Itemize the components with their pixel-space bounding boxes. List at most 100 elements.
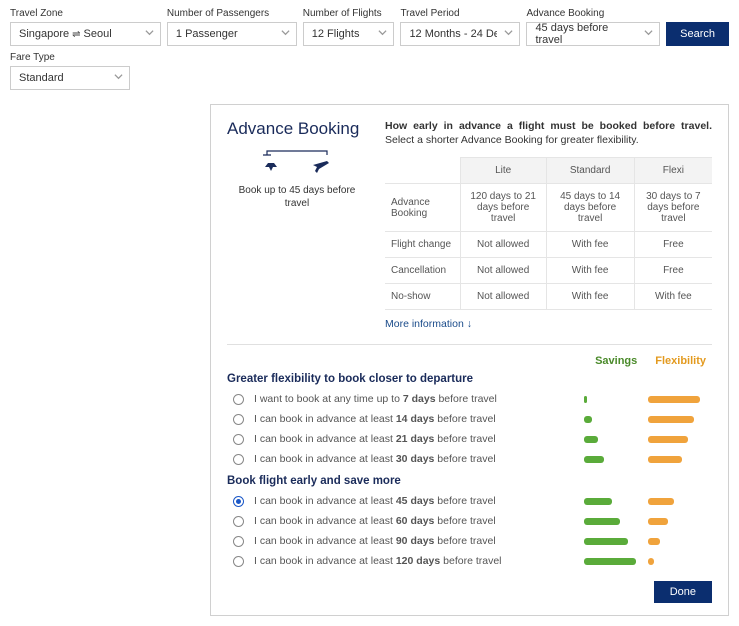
booking-option[interactable]: I can book in advance at least 120 days … xyxy=(227,551,712,571)
flights-value: 12 Flights xyxy=(312,28,360,40)
booking-option[interactable]: I can book in advance at least 90 days b… xyxy=(227,531,712,551)
radio-icon xyxy=(233,454,244,465)
advance-select[interactable]: 45 days before travel xyxy=(526,22,660,46)
table-cell: With fee xyxy=(546,284,634,310)
booking-option[interactable]: I can book in advance at least 45 days b… xyxy=(227,491,712,511)
passengers-label: Number of Passengers xyxy=(167,8,297,19)
option-label: I can book in advance at least 30 days b… xyxy=(254,453,584,465)
booking-option[interactable]: I can book in advance at least 14 days b… xyxy=(227,409,712,429)
flexibility-bar xyxy=(648,436,688,443)
flexibility-bar xyxy=(648,498,674,505)
fare-type-select[interactable]: Standard xyxy=(10,66,130,90)
travel-zone-from: Singapore xyxy=(19,28,69,40)
table-cell: With fee xyxy=(546,258,634,284)
option-label: I can book in advance at least 120 days … xyxy=(254,555,584,567)
group-flexibility-head: Greater flexibility to book closer to de… xyxy=(227,373,712,385)
period-select[interactable]: 12 Months - 24 Dec 2... xyxy=(400,22,520,46)
flexibility-bar xyxy=(648,456,682,463)
savings-bar xyxy=(584,498,612,505)
col-lite: Lite xyxy=(460,158,546,184)
chevron-down-icon xyxy=(504,28,513,40)
flights-select[interactable]: 12 Flights xyxy=(303,22,395,46)
option-label: I can book in advance at least 45 days b… xyxy=(254,495,584,507)
option-label: I can book in advance at least 21 days b… xyxy=(254,433,584,445)
panel-caption: Book up to 45 days before travel xyxy=(227,184,367,210)
passengers-select[interactable]: 1 Passenger xyxy=(167,22,297,46)
group-savings-head: Book flight early and save more xyxy=(227,475,712,487)
travel-zone-to: Seoul xyxy=(84,28,112,40)
row-header: No-show xyxy=(385,284,460,310)
row-header: Advance Booking xyxy=(385,184,460,232)
option-label: I want to book at any time up to 7 days … xyxy=(254,393,584,405)
flexibility-bar xyxy=(648,518,668,525)
radio-icon xyxy=(233,434,244,445)
booking-option[interactable]: I can book in advance at least 30 days b… xyxy=(227,449,712,469)
search-button[interactable]: Search xyxy=(666,22,729,46)
col-flexi: Flexi xyxy=(634,158,712,184)
booking-option[interactable]: I can book in advance at least 60 days b… xyxy=(227,511,712,531)
radio-icon xyxy=(233,536,244,547)
col-standard: Standard xyxy=(546,158,634,184)
table-cell: Not allowed xyxy=(460,232,546,258)
divider xyxy=(227,344,712,345)
panel-title: Advance Booking xyxy=(227,119,367,139)
travel-zone-select[interactable]: Singapore ⇌ Seoul xyxy=(10,22,161,46)
filter-bar: Travel Zone Singapore ⇌ Seoul Number of … xyxy=(0,0,739,50)
table-cell: 30 days to 7 days before travel xyxy=(634,184,712,232)
fare-comparison-table: Lite Standard Flexi Advance Booking120 d… xyxy=(385,157,712,310)
chevron-down-icon xyxy=(114,72,123,84)
option-label: I can book in advance at least 60 days b… xyxy=(254,515,584,527)
done-button[interactable]: Done xyxy=(654,581,712,603)
panel-description: How early in advance a flight must be bo… xyxy=(385,119,712,147)
savings-bar xyxy=(584,456,604,463)
advance-label: Advance Booking xyxy=(526,8,660,19)
period-value: 12 Months - 24 Dec 2... xyxy=(409,28,497,40)
table-cell: 120 days to 21 days before travel xyxy=(460,184,546,232)
bars-header: Savings Flexibility xyxy=(227,355,712,367)
fare-type-label: Fare Type xyxy=(10,52,130,63)
table-cell: Free xyxy=(634,232,712,258)
table-cell: Free xyxy=(634,258,712,284)
table-row: Flight changeNot allowedWith feeFree xyxy=(385,232,712,258)
flexibility-header: Flexibility xyxy=(655,355,706,367)
panel-desc-rest: Select a shorter Advance Booking for gre… xyxy=(385,134,639,146)
chevron-down-icon xyxy=(145,28,154,40)
more-information-link[interactable]: More information ↓ xyxy=(385,318,472,330)
chevron-down-icon xyxy=(378,28,387,40)
chevron-down-icon xyxy=(281,28,290,40)
chevron-down-icon xyxy=(644,28,653,40)
advance-value: 45 days before travel xyxy=(535,22,637,46)
booking-option[interactable]: I can book in advance at least 21 days b… xyxy=(227,429,712,449)
table-cell: Not allowed xyxy=(460,284,546,310)
radio-icon xyxy=(233,556,244,567)
table-cell: 45 days to 14 days before travel xyxy=(546,184,634,232)
table-row: Advance Booking120 days to 21 days befor… xyxy=(385,184,712,232)
swap-icon: ⇌ xyxy=(72,29,80,40)
table-cell: Not allowed xyxy=(460,258,546,284)
savings-bar xyxy=(584,396,587,403)
panel-desc-bold: How early in advance a flight must be bo… xyxy=(385,120,712,132)
advance-booking-panel: Advance Booking Book up to 45 days befor… xyxy=(210,104,729,616)
option-label: I can book in advance at least 14 days b… xyxy=(254,413,584,425)
savings-bar xyxy=(584,436,598,443)
flexibility-bar xyxy=(648,416,694,423)
row-header: Cancellation xyxy=(385,258,460,284)
row-header: Flight change xyxy=(385,232,460,258)
booking-option[interactable]: I want to book at any time up to 7 days … xyxy=(227,389,712,409)
savings-header: Savings xyxy=(595,355,637,367)
savings-bar xyxy=(584,416,592,423)
radio-icon xyxy=(233,516,244,527)
savings-bar xyxy=(584,558,636,565)
flexibility-bar xyxy=(648,558,654,565)
table-cell: With fee xyxy=(634,284,712,310)
fare-type-value: Standard xyxy=(19,72,64,84)
flights-label: Number of Flights xyxy=(303,8,395,19)
radio-icon xyxy=(233,394,244,405)
table-cell: With fee xyxy=(546,232,634,258)
table-row: CancellationNot allowedWith feeFree xyxy=(385,258,712,284)
table-row: No-showNot allowedWith feeWith fee xyxy=(385,284,712,310)
booking-window-icon xyxy=(227,149,367,178)
travel-zone-label: Travel Zone xyxy=(10,8,161,19)
flexibility-bar xyxy=(648,396,700,403)
passengers-value: 1 Passenger xyxy=(176,28,238,40)
